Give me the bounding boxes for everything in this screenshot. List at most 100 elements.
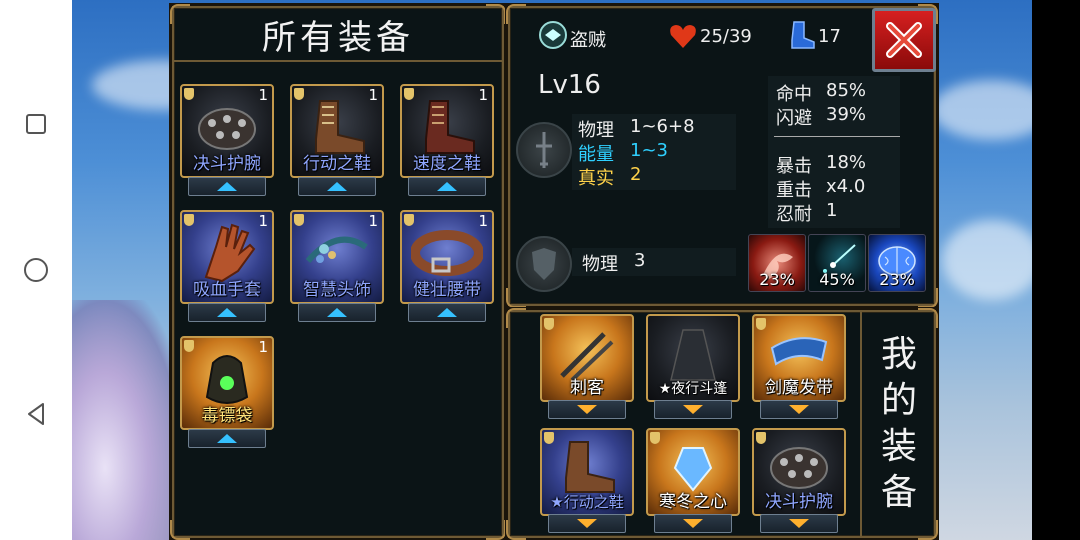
equipped-slot[interactable]: ★夜行斗篷 (646, 314, 740, 424)
recent-apps-icon[interactable] (22, 110, 50, 138)
back-icon[interactable] (22, 400, 50, 428)
equipped-slot[interactable]: 刺客 (540, 314, 634, 424)
all-equipment-title: 所有装备 (174, 8, 502, 62)
inventory-slot[interactable]: 1 智慧头饰 (290, 210, 384, 322)
equip-up-button[interactable] (298, 303, 376, 322)
equip-up-button[interactable] (188, 429, 266, 448)
hit-value: 85% (826, 80, 867, 101)
item-card[interactable]: 刺客 (540, 314, 634, 402)
unequip-down-button[interactable] (548, 400, 626, 419)
crit-value: 18% (826, 152, 867, 173)
arrow-up-icon (217, 434, 237, 443)
item-label: 寒冬之心 (659, 492, 727, 512)
equipped-slot[interactable]: 决斗护腕 (752, 428, 846, 538)
inventory-slot[interactable]: 1 健壮腰带 (400, 210, 494, 322)
inventory-slot[interactable]: 1 决斗护腕 (180, 84, 274, 196)
item-card[interactable]: 1 行动之鞋 (290, 84, 384, 178)
arrow-up-icon (217, 182, 237, 191)
item-label: 毒镖袋 (201, 406, 253, 426)
attack-physical-value: 1~6+8 (630, 116, 695, 137)
arrow-down-icon (789, 519, 809, 528)
defense-shield-icon (516, 236, 572, 292)
unequip-down-button[interactable] (548, 514, 626, 533)
class-name: 盗贼 (570, 30, 606, 51)
item-card[interactable]: 剑魔发带 (752, 314, 846, 402)
endure-label: 忍耐 (776, 204, 812, 225)
equipped-slot[interactable]: 剑魔发带 (752, 314, 846, 424)
title-char: 的 (880, 380, 917, 421)
boot-move-icon (791, 21, 815, 49)
arrow-down-icon (577, 405, 597, 414)
attack-energy-label: 能量 (578, 144, 614, 165)
inventory-slot[interactable]: 1 吸血手套 (180, 210, 274, 322)
arrow-down-icon (683, 405, 703, 414)
unequip-down-button[interactable] (760, 514, 838, 533)
item-count: 1 (478, 86, 488, 104)
item-card[interactable]: ★行动之鞋 (540, 428, 634, 516)
stats-divider (774, 136, 900, 137)
attack-physical-label: 物理 (578, 120, 614, 141)
equip-up-button[interactable] (298, 177, 376, 196)
item-card[interactable]: 1 健壮腰带 (400, 210, 494, 304)
item-count: 1 (368, 212, 378, 230)
equip-up-button[interactable] (188, 303, 266, 322)
bracer-icon (198, 107, 256, 150)
item-card[interactable]: 寒冬之心 (646, 428, 740, 516)
dodge-value: 39% (826, 104, 867, 125)
item-card[interactable]: 1 决斗护腕 (180, 84, 274, 178)
equip-up-button[interactable] (408, 303, 486, 322)
item-card[interactable]: 1 毒镖袋 (180, 336, 274, 430)
defense-physical-value: 3 (634, 250, 646, 271)
my-equipment-title: 我 的 装 备 (860, 312, 936, 536)
heart-icon (670, 25, 696, 48)
equip-up-button[interactable] (188, 177, 266, 196)
item-label: 吸血手套 (193, 280, 261, 300)
arrow-up-icon (437, 308, 457, 317)
buff-value: 23% (879, 270, 915, 289)
equip-up-button[interactable] (408, 177, 486, 196)
buff-bleed[interactable]: 23% (748, 234, 806, 292)
item-card[interactable]: 决斗护腕 (752, 428, 846, 516)
buff-spark[interactable]: 45% (808, 234, 866, 292)
item-label: 速度之鞋 (413, 154, 481, 174)
item-card[interactable]: 1 智慧头饰 (290, 210, 384, 304)
item-label: 智慧头饰 (303, 280, 371, 300)
stats-header: 盗贼 25/39 17 (510, 8, 872, 64)
unequip-down-button[interactable] (760, 400, 838, 419)
item-card[interactable]: 1 吸血手套 (180, 210, 274, 304)
attack-true-value: 2 (630, 164, 642, 185)
home-icon[interactable] (22, 256, 50, 284)
boots-icon (565, 440, 615, 493)
item-count: 1 (258, 86, 268, 104)
attack-true-label: 真实 (578, 168, 614, 189)
unequip-down-button[interactable] (654, 514, 732, 533)
rogue-class-icon (539, 21, 567, 49)
item-card[interactable]: ★夜行斗篷 (646, 314, 740, 402)
all-equipment-panel: 所有装备 1 决斗护腕 1 行动之鞋 1 速度之鞋 1 吸血手套 1 智慧头饰 … (170, 4, 506, 540)
belt-icon (411, 229, 483, 276)
inventory-slot[interactable]: 1 速度之鞋 (400, 84, 494, 196)
endure-value: 1 (826, 200, 838, 221)
item-label: 刺客 (570, 378, 604, 398)
title-char: 我 (880, 334, 917, 375)
arrow-up-icon (217, 308, 237, 317)
inventory-slot[interactable]: 1 行动之鞋 (290, 84, 384, 196)
close-icon (886, 22, 922, 58)
inventory-slot[interactable]: 1 毒镖袋 (180, 336, 274, 448)
crit-label: 暴击 (776, 156, 812, 177)
item-label: 行动之鞋 (303, 154, 371, 174)
equipped-slot[interactable]: ★行动之鞋 (540, 428, 634, 538)
arrow-down-icon (683, 519, 703, 528)
close-button[interactable] (872, 8, 936, 72)
item-label: ★行动之鞋 (550, 493, 624, 511)
title-char: 备 (880, 472, 917, 513)
buff-brain[interactable]: 23% (868, 234, 926, 292)
arrow-down-icon (789, 405, 809, 414)
unequip-down-button[interactable] (654, 400, 732, 419)
item-card[interactable]: 1 速度之鞋 (400, 84, 494, 178)
equipped-slot[interactable]: 寒冬之心 (646, 428, 740, 538)
item-label: 健壮腰带 (413, 280, 481, 300)
arrow-up-icon (327, 308, 347, 317)
item-count: 1 (258, 338, 268, 356)
arrow-down-icon (577, 519, 597, 528)
